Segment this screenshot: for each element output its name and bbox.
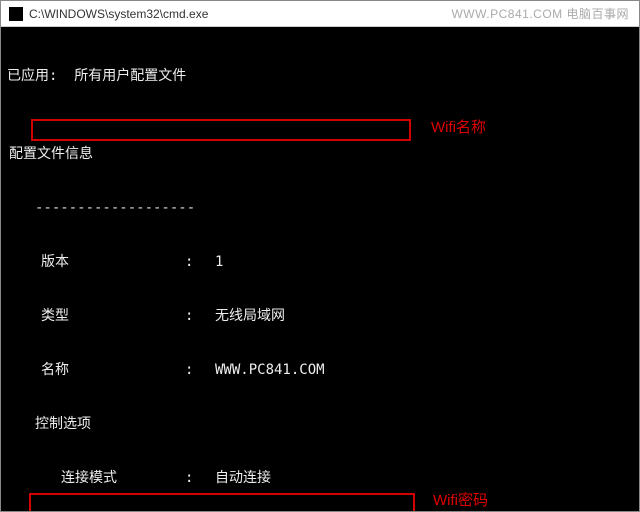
label: 名称	[5, 361, 185, 379]
annotation-wifi-name: Wifi名称	[431, 119, 486, 137]
highlight-box-password	[29, 493, 415, 511]
highlight-box-name	[31, 119, 411, 141]
section-profile-header: 配置文件信息	[5, 145, 635, 163]
window-title: C:\WINDOWS\system32\cmd.exe	[29, 7, 208, 21]
cmd-window: C:\WINDOWS\system32\cmd.exe WWW.PC841.CO…	[0, 0, 640, 512]
value: 自动连接	[215, 469, 635, 487]
titlebar[interactable]: C:\WINDOWS\system32\cmd.exe WWW.PC841.CO…	[1, 1, 639, 27]
row-type: 类型:无线局域网	[5, 307, 635, 325]
row-ctrl: 控制选项	[5, 415, 635, 433]
applied-line: 已应用: 所有用户配置文件	[5, 67, 635, 85]
console-output[interactable]: 已应用: 所有用户配置文件 配置文件信息 -------------------…	[1, 27, 639, 511]
divider: -------------------	[5, 199, 635, 217]
value: 无线局域网	[215, 307, 635, 325]
annotation-wifi-password: Wifi密码	[433, 492, 488, 510]
watermark-text: WWW.PC841.COM 电脑百事网	[451, 5, 629, 22]
cmd-icon	[9, 7, 23, 21]
row-version: 版本:1	[5, 253, 635, 271]
value: 1	[215, 253, 635, 271]
label: 类型	[5, 307, 185, 325]
label: 版本	[5, 253, 185, 271]
row-conn-mode: 连接模式:自动连接	[5, 469, 635, 487]
label: 连接模式	[5, 469, 185, 487]
value-wifi-name: WWW.PC841.COM	[215, 361, 635, 379]
row-name: 名称:WWW.PC841.COM	[5, 361, 635, 379]
